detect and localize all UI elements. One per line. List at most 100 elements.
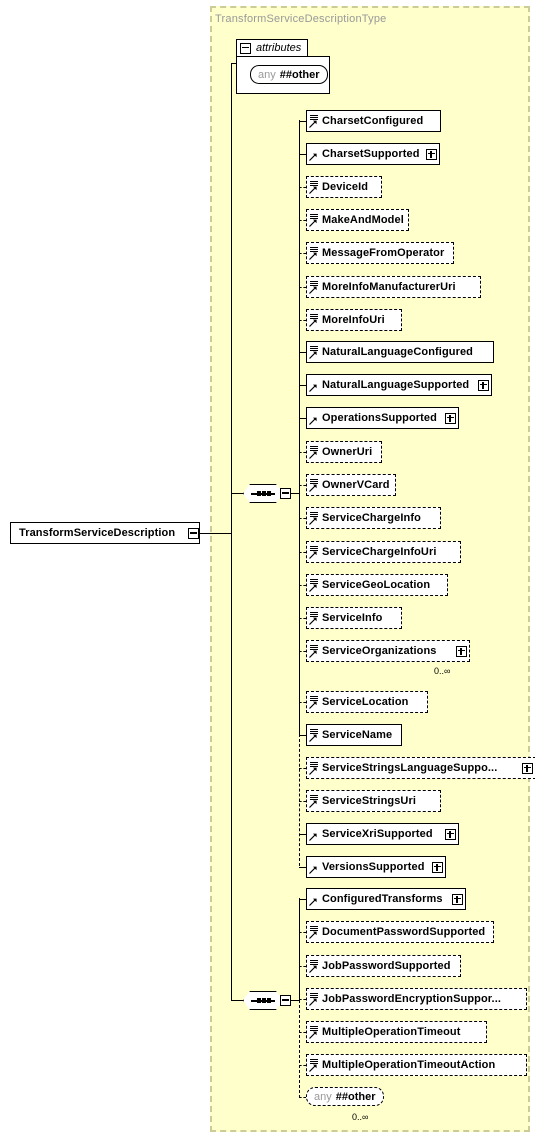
connector-optional-stub	[299, 287, 306, 288]
attributes-header[interactable]: attributes	[236, 39, 308, 56]
connector-optional-stub	[299, 768, 306, 769]
connector-sequence-2-spine	[299, 898, 300, 1000]
element-expand-toggle[interactable]	[426, 148, 437, 160]
connector-optional-stub	[299, 220, 306, 221]
connector-sequence-1-spine-tail	[299, 734, 300, 866]
element-label: NaturalLanguageConfigured	[322, 346, 474, 358]
element-node[interactable]: ServiceLocation	[306, 691, 431, 716]
connector-optional-stub	[299, 320, 306, 321]
element-label: ServiceLocation	[322, 696, 409, 708]
element-label: NaturalLanguageSupported	[322, 379, 470, 391]
element-node[interactable]: DocumentPasswordSupported	[306, 921, 497, 946]
element-node[interactable]: ConfiguredTransforms	[306, 888, 469, 913]
element-node[interactable]: ServiceChargeInfo	[306, 507, 444, 532]
attribute-wildcard-any[interactable]: any ##other	[250, 65, 330, 87]
element-label: MultipleOperationTimeoutAction	[322, 1059, 496, 1071]
element-node[interactable]: ServiceStringsUri	[306, 790, 444, 815]
connector-optional-stub	[299, 1065, 306, 1066]
element-ref-icon	[309, 859, 319, 875]
element-node[interactable]: MakeAndModel	[306, 209, 412, 234]
connector-optional-stub	[299, 932, 306, 933]
root-collapse-toggle[interactable]	[188, 528, 199, 539]
cardinality-label: 0..∞	[434, 666, 451, 676]
schema-diagram: TransformServiceDescriptionType Transfor…	[0, 0, 535, 1145]
element-node[interactable]: ServiceName	[306, 724, 405, 749]
element-node[interactable]: DeviceId	[306, 176, 385, 201]
connector-stub	[299, 154, 306, 155]
connector-optional-stub	[299, 1032, 306, 1033]
element-expand-toggle[interactable]	[456, 645, 467, 657]
connector-trunk-sequence-1	[231, 493, 243, 494]
connector-sequence-1-spine	[299, 120, 300, 734]
element-icon	[309, 727, 319, 743]
element-node[interactable]: MultipleOperationTimeoutAction	[306, 1054, 530, 1079]
element-node[interactable]: OwnerVCard	[306, 474, 399, 499]
element-node[interactable]: OperationsSupported	[306, 407, 462, 432]
element-node[interactable]: ServiceInfo	[306, 607, 405, 632]
element-node[interactable]: ServiceChargeInfoUri	[306, 541, 464, 566]
element-node[interactable]: MessageFromOperator	[306, 242, 457, 267]
element-label: VersionsSupported	[322, 861, 425, 873]
sequence-2-compositor[interactable]	[243, 991, 287, 1014]
element-node[interactable]: ServiceStringsLanguageSuppo...	[306, 757, 535, 782]
element-ref-icon	[309, 146, 319, 162]
element-node[interactable]: JobPasswordEncryptionSuppor...	[306, 988, 530, 1013]
element-expand-toggle[interactable]	[452, 893, 463, 905]
connector-optional-stub	[299, 585, 306, 586]
element-label: ServiceName	[322, 729, 393, 741]
element-icon	[309, 958, 319, 974]
element-node[interactable]: ServiceGeoLocation	[306, 574, 451, 599]
element-icon	[309, 179, 319, 195]
element-expand-toggle[interactable]	[522, 762, 533, 774]
element-label: ServiceInfo	[322, 612, 383, 624]
connector-stub	[299, 735, 306, 736]
connector-stub	[299, 899, 306, 900]
cardinality-label: 0..∞	[352, 1112, 369, 1122]
element-node[interactable]: NaturalLanguageSupported	[306, 374, 495, 399]
element-node[interactable]: MoreInfoManufacturerUri	[306, 276, 484, 301]
connector-optional-stub	[299, 801, 306, 802]
element-icon	[309, 793, 319, 809]
element-label: OwnerVCard	[322, 479, 390, 491]
connector-stub	[299, 352, 306, 353]
element-node[interactable]: ServiceXriSupported	[306, 823, 462, 848]
element-node[interactable]: CharsetSupported	[306, 143, 443, 168]
connector-optional-stub	[299, 702, 306, 703]
connector-optional-stub	[299, 253, 306, 254]
element-node[interactable]: MultipleOperationTimeout	[306, 1021, 490, 1046]
element-expand-toggle[interactable]	[445, 828, 456, 840]
element-node[interactable]: CharsetConfigured	[306, 110, 444, 135]
element-node[interactable]: MoreInfoUri	[306, 309, 405, 334]
element-wildcard-any[interactable]: any ##other	[306, 1087, 386, 1109]
element-node[interactable]: VersionsSupported	[306, 856, 449, 881]
connector-trunk	[231, 63, 232, 1000]
connector-optional-stub	[299, 966, 306, 967]
wildcard-namespace: ##other	[335, 1090, 376, 1103]
sequence-1-compositor[interactable]	[243, 484, 287, 507]
element-label: CharsetSupported	[322, 148, 420, 160]
connector-stub	[299, 418, 306, 419]
element-expand-toggle[interactable]	[445, 412, 456, 424]
element-icon	[309, 760, 319, 776]
element-node[interactable]: ServiceOrganizations	[306, 640, 473, 665]
element-label: ConfiguredTransforms	[322, 893, 443, 905]
element-node[interactable]: NaturalLanguageConfigured	[306, 341, 497, 366]
element-expand-toggle[interactable]	[478, 379, 489, 391]
element-icon	[309, 510, 319, 526]
element-node[interactable]: OwnerUri	[306, 441, 385, 466]
attributes-collapse-toggle[interactable]	[240, 42, 251, 54]
sequence-2-collapse-toggle[interactable]	[280, 995, 291, 1006]
element-label: ServiceGeoLocation	[322, 579, 431, 591]
element-icon	[309, 444, 319, 460]
element-icon	[309, 245, 319, 261]
element-label: ServiceChargeInfo	[322, 512, 421, 524]
element-label: ServiceStringsUri	[322, 795, 417, 807]
element-ref-icon	[309, 891, 319, 907]
sequence-1-collapse-toggle[interactable]	[280, 488, 291, 499]
element-icon	[309, 577, 319, 593]
element-node[interactable]: JobPasswordSupported	[306, 955, 464, 980]
element-icon	[309, 643, 319, 659]
root-element-node[interactable]: TransformServiceDescription	[10, 522, 203, 547]
connector-sequence-2-out	[291, 1000, 299, 1001]
element-expand-toggle[interactable]	[432, 861, 443, 873]
